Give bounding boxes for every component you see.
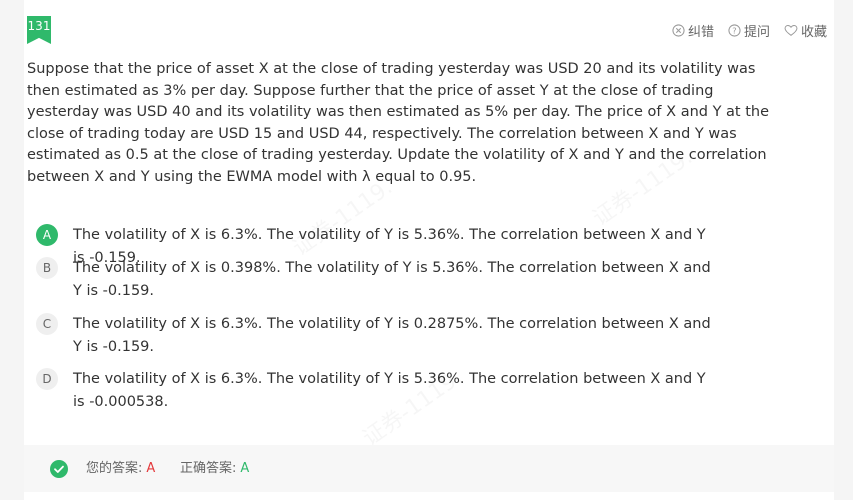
option-b[interactable]: B The volatility of X is 0.398%. The vol… [36, 257, 736, 303]
report-error-label: 纠错 [687, 25, 714, 40]
your-answer-label: 您的答案: [86, 461, 143, 476]
check-circle-icon [50, 460, 68, 478]
correct-answer-label: 正确答案: [180, 461, 237, 476]
favorite-button[interactable]: 收藏 [784, 21, 827, 40]
ask-question-label: 提问 [743, 25, 770, 40]
your-answer: 您的答案: A [86, 460, 155, 478]
option-c[interactable]: C The volatility of X is 6.3%. The volat… [36, 313, 736, 359]
svg-text:?: ? [732, 26, 736, 36]
favorite-label: 收藏 [800, 25, 827, 40]
ask-question-button[interactable]: ? 提问 [728, 21, 770, 40]
option-letter: D [36, 368, 58, 390]
question-actions: 纠错 ? 提问 收藏 [672, 21, 827, 40]
report-error-button[interactable]: 纠错 [672, 21, 714, 40]
correct-answer: 正确答案: A [180, 460, 249, 478]
option-text: The volatility of X is 6.3%. The volatil… [73, 371, 706, 410]
correct-answer-value: A [240, 461, 250, 476]
option-d[interactable]: D The volatility of X is 6.3%. The volat… [36, 368, 736, 414]
question-mark-icon: ? [728, 24, 741, 37]
option-letter: C [36, 313, 58, 335]
option-text: The volatility of X is 0.398%. The volat… [73, 260, 711, 299]
option-letter: A [36, 224, 58, 246]
answer-summary-bar: 您的答案: A 正确答案: A [24, 445, 834, 492]
option-text: The volatility of X is 6.3%. The volatil… [73, 316, 711, 355]
heart-icon [784, 24, 798, 37]
question-text: Suppose that the price of asset X at the… [27, 61, 770, 185]
option-letter: B [36, 257, 58, 279]
your-answer-value: A [146, 461, 156, 476]
error-circle-icon [672, 24, 685, 37]
